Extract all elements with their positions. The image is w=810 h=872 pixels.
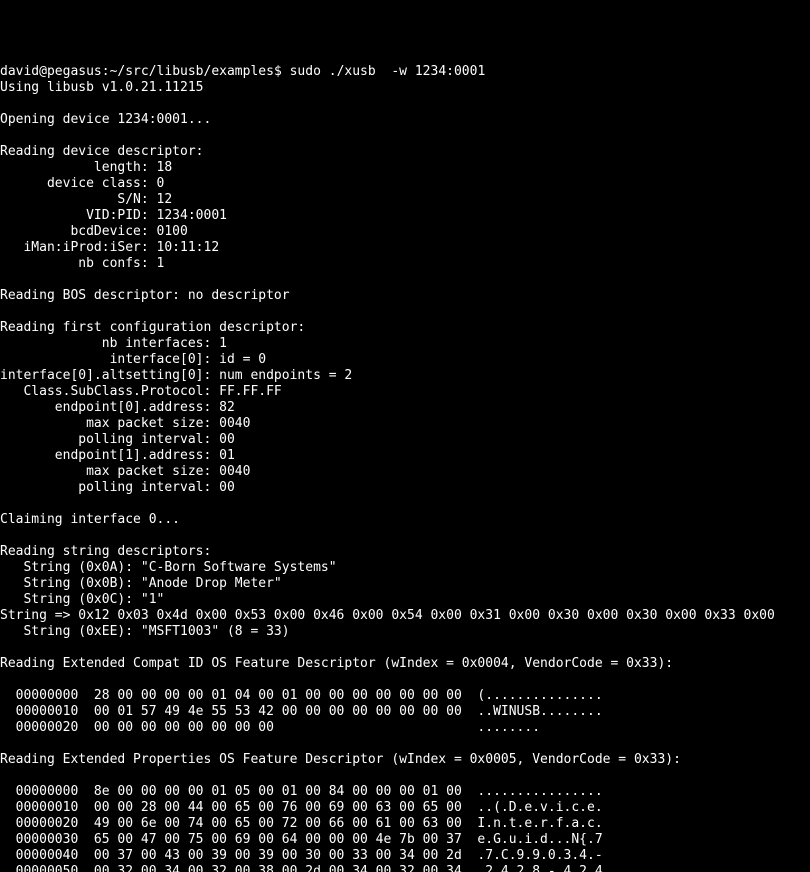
output-line: String => 0x12 0x03 0x4d 0x00 0x53 0x00 … xyxy=(0,608,775,623)
output-line: nb confs: 1 xyxy=(0,256,164,271)
output-line: 00000030 65 00 47 00 75 00 69 00 64 00 0… xyxy=(0,832,603,847)
output-line: VID:PID: 1234:0001 xyxy=(0,208,227,223)
prompt-userhost: david@pegasus xyxy=(0,64,102,79)
output-line: Opening device 1234:0001... xyxy=(0,112,211,127)
output-line: 00000050 00 32 00 34 00 32 00 38 00 2d 0… xyxy=(0,864,603,872)
output-line: max packet size: 0040 xyxy=(0,416,250,431)
output-line: endpoint[0].address: 82 xyxy=(0,400,235,415)
output-line: Reading string descriptors: xyxy=(0,544,211,559)
output-line: 00000000 8e 00 00 00 00 01 05 00 01 00 8… xyxy=(0,784,603,799)
output-line: Claiming interface 0... xyxy=(0,512,180,527)
output-line: 00000020 49 00 6e 00 74 00 65 00 72 00 6… xyxy=(0,816,603,831)
output-line: max packet size: 0040 xyxy=(0,464,250,479)
output-line: device class: 0 xyxy=(0,176,164,191)
output-line: S/N: 12 xyxy=(0,192,172,207)
output-line: Reading BOS descriptor: no descriptor xyxy=(0,288,290,303)
output-line: iMan:iProd:iSer: 10:11:12 xyxy=(0,240,219,255)
output-line: 00000010 00 01 57 49 4e 55 53 42 00 00 0… xyxy=(0,704,603,719)
output-line: 00000020 00 00 00 00 00 00 00 00 .......… xyxy=(0,720,540,735)
output-line: nb interfaces: 1 xyxy=(0,336,227,351)
output-line: String (0x0B): "Anode Drop Meter" xyxy=(0,576,282,591)
output-line: endpoint[1].address: 01 xyxy=(0,448,235,463)
output-line: interface[0].altsetting[0]: num endpoint… xyxy=(0,368,352,383)
prompt-path: ~/src/libusb/examples xyxy=(110,64,274,79)
prompt-sep2: $ xyxy=(274,64,290,79)
prompt-sep1: : xyxy=(102,64,110,79)
prompt-line: david@pegasus:~/src/libusb/examples$ sud… xyxy=(0,64,485,79)
terminal-output[interactable]: david@pegasus:~/src/libusb/examples$ sud… xyxy=(0,64,810,872)
output-line: length: 18 xyxy=(0,160,172,175)
output-line: Class.SubClass.Protocol: FF.FF.FF xyxy=(0,384,282,399)
output-line: String (0x0A): "C-Born Software Systems" xyxy=(0,560,337,575)
output-line: 00000000 28 00 00 00 00 01 04 00 01 00 0… xyxy=(0,688,603,703)
output-line: 00000010 00 00 28 00 44 00 65 00 76 00 6… xyxy=(0,800,603,815)
output-line: bcdDevice: 0100 xyxy=(0,224,188,239)
output-line: interface[0]: id = 0 xyxy=(0,352,266,367)
output-line: Reading device descriptor: xyxy=(0,144,204,159)
output-line: Reading first configuration descriptor: xyxy=(0,320,305,335)
output-line: Using libusb v1.0.21.11215 xyxy=(0,80,204,95)
output-line: Reading Extended Properties OS Feature D… xyxy=(0,752,681,767)
output-line: String (0x0C): "1" xyxy=(0,592,164,607)
output-line: polling interval: 00 xyxy=(0,432,235,447)
prompt-command: sudo ./xusb -w 1234:0001 xyxy=(290,64,486,79)
output-line: Reading Extended Compat ID OS Feature De… xyxy=(0,656,673,671)
output-line: polling interval: 00 xyxy=(0,480,235,495)
output-line: String (0xEE): "MSFT1003" (8 = 33) xyxy=(0,624,290,639)
